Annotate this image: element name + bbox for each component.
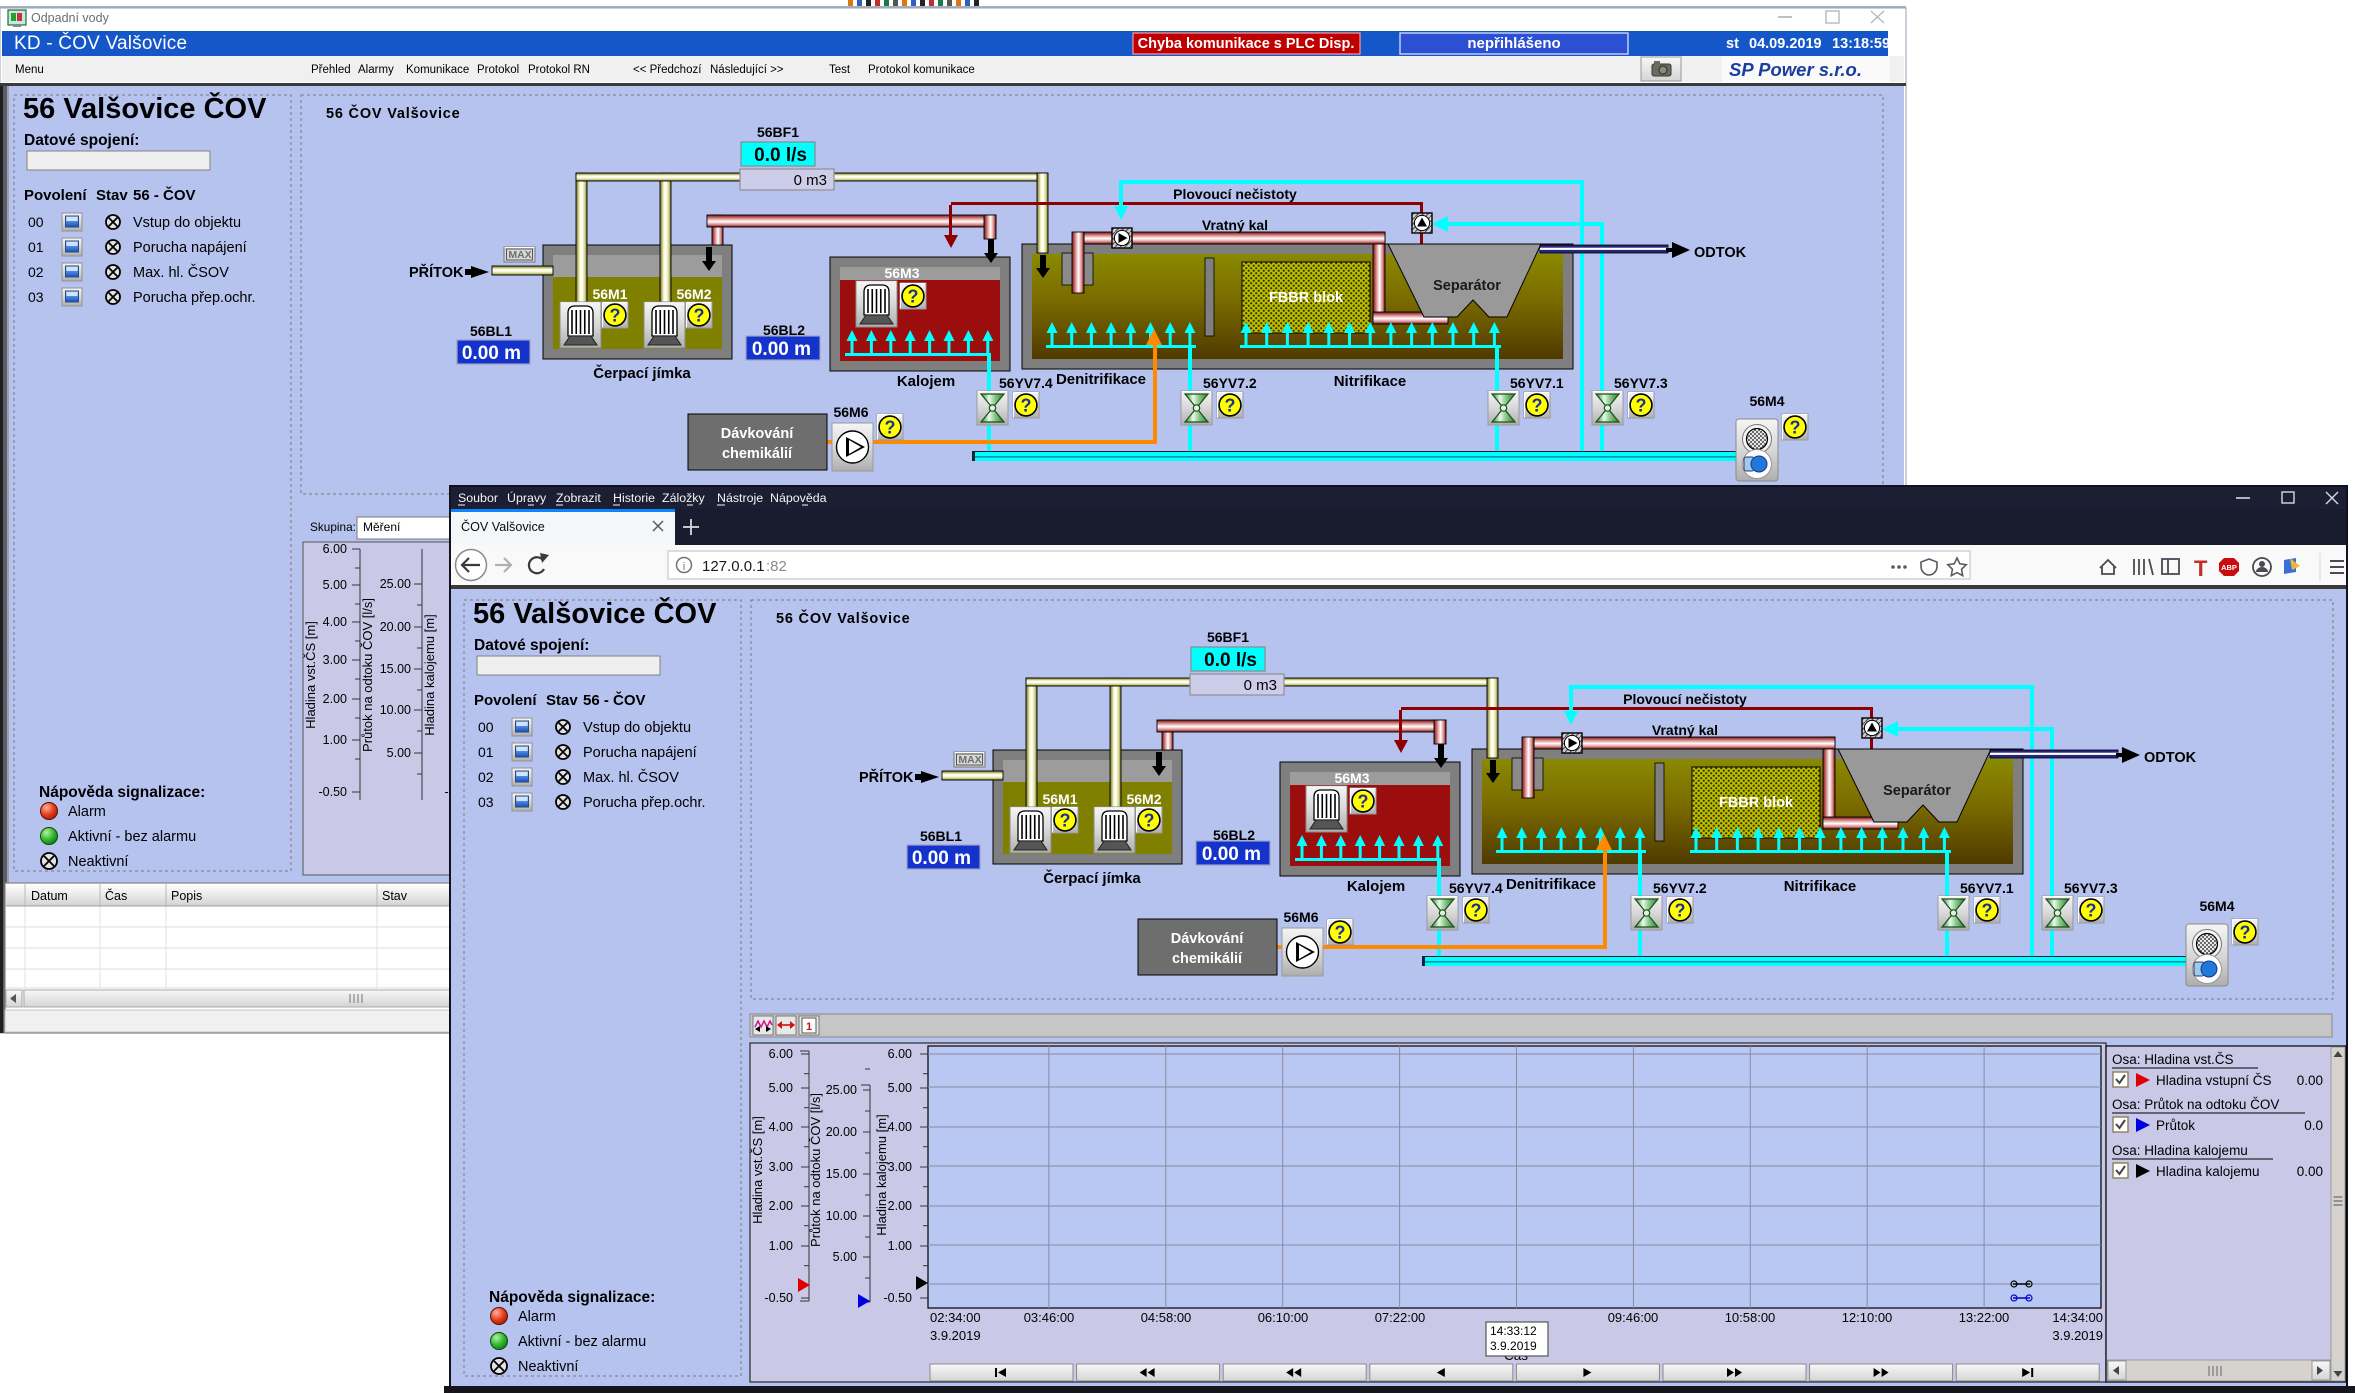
svg-text:13:18:59: 13:18:59	[1832, 36, 1890, 52]
svg-text:6.00: 6.00	[769, 1047, 793, 1061]
svg-text:Hladina vst.ČS [m]: Hladina vst.ČS [m]	[303, 621, 318, 729]
svg-text:Záložky: Záložky	[662, 491, 705, 505]
svg-text:13:22:00: 13:22:00	[1959, 1310, 2010, 1325]
svg-text:ABP: ABP	[2221, 563, 2237, 572]
svg-text:Chyba komunikace s PLC Disp.: Chyba komunikace s PLC Disp.	[1138, 36, 1355, 52]
svg-text:6.00: 6.00	[888, 1047, 912, 1061]
svg-text:14:34:00: 14:34:00	[2052, 1310, 2103, 1325]
svg-text:5.00: 5.00	[888, 1081, 912, 1095]
svg-text:Následující >>: Následující >>	[710, 64, 784, 76]
svg-text:Průtok na odtoku ČOV [l/s]: Průtok na odtoku ČOV [l/s]	[808, 1093, 823, 1247]
svg-text:3.00: 3.00	[323, 653, 347, 667]
svg-text:2.00: 2.00	[888, 1199, 912, 1213]
svg-text:20.00: 20.00	[380, 620, 411, 634]
svg-text:04.09.2019: 04.09.2019	[1749, 36, 1822, 52]
svg-text:07:22:00: 07:22:00	[1375, 1310, 1426, 1325]
svg-text:Úpravy: Úpravy	[507, 490, 547, 505]
svg-text:T: T	[2194, 556, 2208, 581]
svg-text:03:46:00: 03:46:00	[1024, 1310, 1075, 1325]
svg-text:3.9.2019: 3.9.2019	[2052, 1328, 2103, 1343]
svg-text:3.9.2019: 3.9.2019	[930, 1328, 981, 1343]
svg-text:Protokol komunikace: Protokol komunikace	[868, 64, 975, 76]
svg-text:02:34:00: 02:34:00	[930, 1310, 981, 1325]
svg-text:04:58:00: 04:58:00	[1141, 1310, 1192, 1325]
svg-text:Protokol RN: Protokol RN	[528, 64, 590, 76]
svg-text:Skupina:: Skupina:	[310, 520, 356, 534]
svg-text:Komunikace: Komunikace	[406, 64, 469, 76]
svg-text:nepřihlášeno: nepřihlášeno	[1467, 35, 1560, 52]
svg-text:09:46:00: 09:46:00	[1608, 1310, 1659, 1325]
svg-text:4.00: 4.00	[769, 1120, 793, 1134]
svg-text:25.00: 25.00	[380, 577, 411, 591]
svg-text:10:58:00: 10:58:00	[1725, 1310, 1776, 1325]
svg-text:KD - ČOV Valšovice: KD - ČOV Valšovice	[14, 32, 187, 54]
svg-text:15.00: 15.00	[826, 1167, 857, 1181]
svg-text:Hladina kalojemu [m]: Hladina kalojemu [m]	[422, 614, 437, 735]
svg-text:1.00: 1.00	[323, 733, 347, 747]
svg-text:Hladina kalojemu [m]: Hladina kalojemu [m]	[874, 1114, 889, 1235]
svg-text:Průtok: Průtok	[2156, 1118, 2195, 1133]
svg-text:Alarmy: Alarmy	[358, 64, 394, 76]
svg-text:15.00: 15.00	[380, 662, 411, 676]
svg-text:1: 1	[806, 1021, 812, 1033]
svg-text:1.00: 1.00	[769, 1239, 793, 1253]
svg-text:Průtok na odtoku ČOV [l/s]: Průtok na odtoku ČOV [l/s]	[360, 598, 375, 752]
svg-text:3.00: 3.00	[888, 1160, 912, 1174]
svg-text:ČOV Valšovice: ČOV Valšovice	[461, 519, 545, 534]
svg-text:1.00: 1.00	[888, 1239, 912, 1253]
svg-text:12:10:00: 12:10:00	[1842, 1310, 1893, 1325]
svg-text:Hladina vst.ČS [m]: Hladina vst.ČS [m]	[750, 1116, 765, 1224]
svg-text:SP Power s.r.o.: SP Power s.r.o.	[1729, 59, 1862, 80]
svg-text:0.00: 0.00	[2297, 1164, 2323, 1179]
svg-text:Historie: Historie	[613, 491, 655, 505]
svg-text:5.00: 5.00	[387, 746, 411, 760]
svg-text::82: :82	[766, 558, 787, 575]
svg-text:Čas: Čas	[105, 888, 127, 903]
svg-text:2.00: 2.00	[769, 1199, 793, 1213]
svg-text:-0.50: -0.50	[765, 1291, 794, 1305]
svg-text:-0.50: -0.50	[884, 1291, 913, 1305]
svg-text:Test: Test	[829, 64, 851, 76]
svg-text:3.00: 3.00	[769, 1160, 793, 1174]
svg-text:06:10:00: 06:10:00	[1258, 1310, 1309, 1325]
svg-text:<< Předchozí: << Předchozí	[633, 64, 702, 76]
svg-text:Odpadní vody: Odpadní vody	[31, 11, 110, 25]
svg-text:Zobrazit: Zobrazit	[556, 491, 601, 505]
svg-text:0.00: 0.00	[2297, 1073, 2323, 1088]
svg-text:5.00: 5.00	[769, 1081, 793, 1095]
svg-text:5.00: 5.00	[833, 1250, 857, 1264]
svg-text:Protokol: Protokol	[477, 64, 519, 76]
svg-text:Popis: Popis	[171, 889, 202, 903]
svg-text:14:33:12: 14:33:12	[1490, 1324, 1537, 1338]
svg-text:10.00: 10.00	[826, 1209, 857, 1223]
svg-text:Osa: Hladina vst.ČS: Osa: Hladina vst.ČS	[2112, 1052, 2234, 1067]
svg-text:10.00: 10.00	[380, 703, 411, 717]
svg-text:Hladina kalojemu: Hladina kalojemu	[2156, 1164, 2260, 1179]
svg-text:3.9.2019: 3.9.2019	[1490, 1339, 1537, 1353]
svg-text:Nápověda: Nápověda	[770, 491, 827, 505]
svg-text:Hladina vstupní ČS: Hladina vstupní ČS	[2156, 1073, 2272, 1088]
svg-text:Osa: Průtok na odtoku ČOV: Osa: Průtok na odtoku ČOV	[2112, 1097, 2279, 1112]
svg-text:i: i	[683, 561, 685, 573]
svg-text:4.00: 4.00	[323, 615, 347, 629]
svg-text:Nástroje: Nástroje	[717, 491, 763, 505]
svg-text:127.0.0.1: 127.0.0.1	[702, 558, 765, 575]
svg-text:0.0: 0.0	[2304, 1118, 2323, 1133]
svg-text:Datum: Datum	[31, 889, 68, 903]
svg-text:Stav: Stav	[382, 889, 408, 903]
svg-text:st: st	[1726, 36, 1739, 52]
svg-text:Osa: Hladina kalojemu: Osa: Hladina kalojemu	[2112, 1143, 2248, 1158]
svg-text:Přehled: Přehled	[311, 64, 351, 76]
svg-text:-0.50: -0.50	[319, 785, 348, 799]
svg-text:6.00: 6.00	[323, 542, 347, 556]
svg-text:Menu: Menu	[15, 64, 44, 76]
svg-text:25.00: 25.00	[826, 1083, 857, 1097]
svg-text:20.00: 20.00	[826, 1125, 857, 1139]
svg-text:Měření: Měření	[363, 520, 401, 534]
svg-text:2.00: 2.00	[323, 692, 347, 706]
svg-text:4.00: 4.00	[888, 1120, 912, 1134]
svg-text:Soubor: Soubor	[458, 491, 498, 505]
svg-text:5.00: 5.00	[323, 578, 347, 592]
